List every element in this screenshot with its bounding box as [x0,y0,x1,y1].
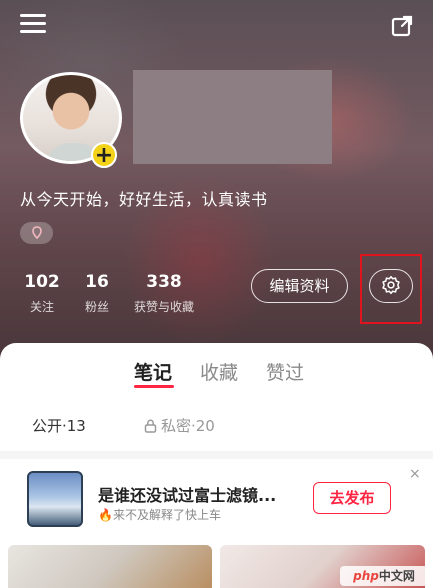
fire-icon: 🔥 [98,508,113,522]
edit-profile-button[interactable]: 编辑资料 [251,269,348,303]
stat-following[interactable]: 102 关注 [22,272,62,315]
redacted-username-area [133,70,332,164]
feed-card[interactable] [8,545,212,588]
stat-value: 16 [85,272,109,292]
tag-chip[interactable] [20,222,53,244]
watermark-logo: php [353,569,379,583]
watermark: php中文网 [340,566,428,586]
filter-private[interactable]: 私密·20 [144,415,215,436]
filter-public[interactable]: 公开·13 [32,415,86,436]
stat-label: 关注 [29,300,54,314]
stat-label: 获赞与收藏 [133,300,194,314]
tab-collections[interactable]: 收藏 [200,358,238,385]
promo-title[interactable]: 是谁还没试过富士滤镜... [98,482,276,506]
promo-subtitle-text: 来不及解释了快上车 [112,508,221,522]
tab-notes[interactable]: 笔记 [134,358,172,385]
tag-icon [32,226,42,240]
stat-followers[interactable]: 16 粉丝 [80,272,114,315]
stat-value: 338 [146,272,182,292]
promo-thumbnail[interactable] [27,471,83,527]
tab-liked[interactable]: 赞过 [266,358,304,385]
watermark-text: 中文网 [378,569,415,583]
stat-likes-collections[interactable]: 338 获赞与收藏 [126,272,202,315]
publish-button[interactable]: 去发布 [313,482,391,514]
promo-subtitle: 🔥来不及解释了快上车 [98,506,221,523]
stat-value: 102 [24,272,60,292]
settings-highlight-box [360,254,422,324]
close-icon[interactable]: × [409,466,421,482]
menu-icon[interactable] [20,14,46,38]
profile-bio: 从今天开始，好好生活，认真读书 [20,190,268,209]
share-icon[interactable] [390,14,414,38]
stat-label: 粉丝 [84,300,109,314]
filter-private-label: 私密·20 [161,417,215,435]
add-avatar-badge[interactable]: + [91,142,117,168]
lock-icon [144,419,157,433]
tab-active-underline [134,385,174,388]
section-divider [0,451,433,459]
